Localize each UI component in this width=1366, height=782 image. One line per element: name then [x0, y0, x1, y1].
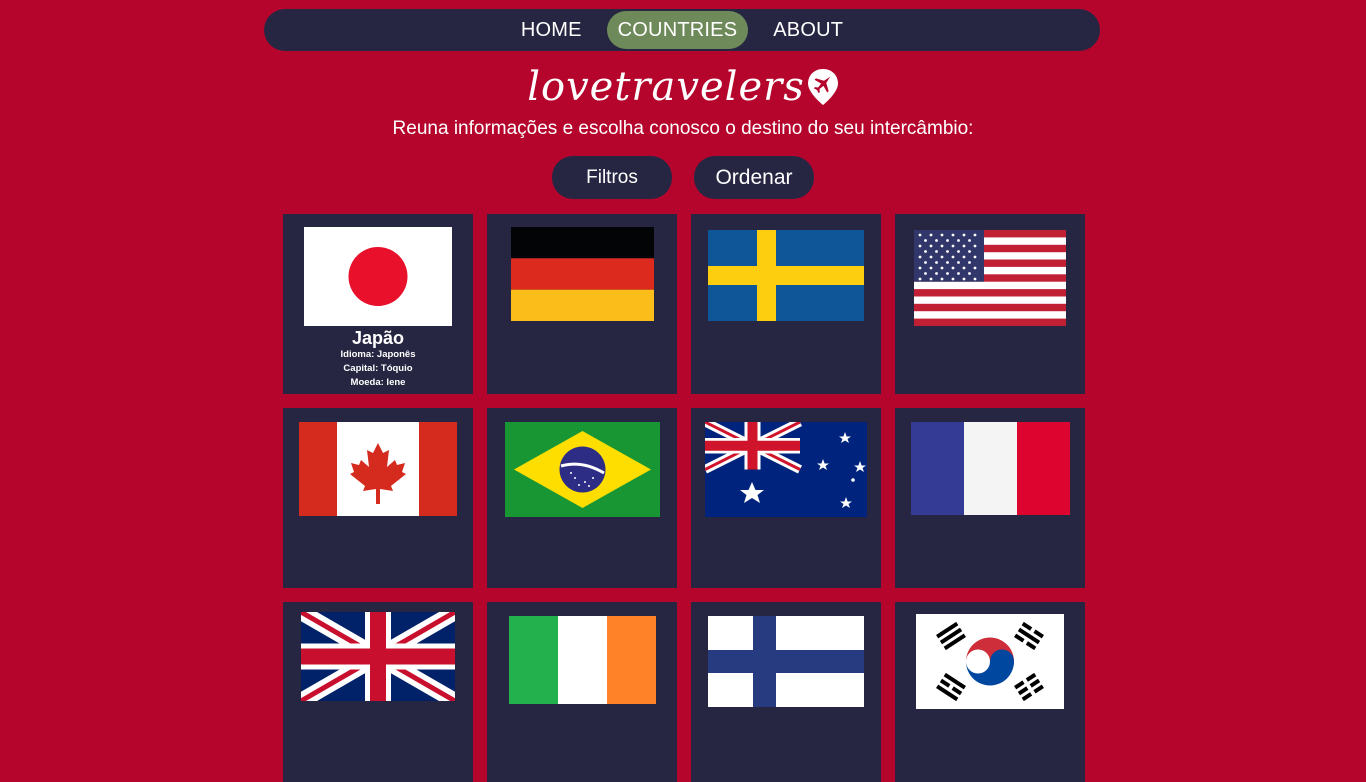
filter-button[interactable]: Filtros	[552, 156, 672, 199]
sweden-flag-icon	[708, 230, 864, 321]
japan-flag-icon	[304, 227, 452, 326]
country-card-south-korea[interactable]	[895, 602, 1085, 782]
country-name: Japão	[351, 328, 405, 348]
country-card-france[interactable]	[895, 408, 1085, 588]
country-card-finland[interactable]	[691, 602, 881, 782]
brazil-flag-icon	[504, 422, 660, 517]
country-card-japan[interactable]: Japão Idioma: Japonês Capital: Tóquio Mo…	[283, 214, 473, 394]
country-info: Japão Idioma: Japonês Capital: Tóquio Mo…	[341, 328, 416, 390]
nav-home[interactable]: HOME	[510, 11, 593, 49]
logo[interactable]: lovetravelers	[527, 64, 839, 110]
page-subtitle: Reuna informações e escolha conosco o de…	[392, 118, 974, 139]
country-card-germany[interactable]	[487, 214, 677, 394]
top-nav: HOME COUNTRIES ABOUT	[264, 9, 1100, 51]
usa-flag-icon	[914, 230, 1066, 326]
uk-flag-icon	[301, 612, 455, 701]
canada-flag-icon	[299, 422, 457, 516]
country-currency: Moeda: Iene	[350, 377, 406, 388]
country-card-sweden[interactable]	[691, 214, 881, 394]
nav-countries[interactable]: COUNTRIES	[606, 11, 749, 49]
finland-flag-icon	[708, 616, 864, 707]
country-card-australia[interactable]	[691, 408, 881, 588]
countries-grid: Japão Idioma: Japonês Capital: Tóquio Mo…	[283, 214, 1085, 782]
country-card-usa[interactable]	[895, 214, 1085, 394]
airplane-pin-icon	[807, 69, 838, 105]
nav-about[interactable]: ABOUT	[762, 11, 854, 49]
country-card-uk[interactable]	[283, 602, 473, 782]
germany-flag-icon	[510, 227, 654, 321]
country-card-canada[interactable]	[283, 408, 473, 588]
france-flag-icon	[910, 422, 1070, 515]
australia-flag-icon	[705, 422, 867, 517]
country-capital: Capital: Tóquio	[343, 363, 413, 374]
country-card-brazil[interactable]	[487, 408, 677, 588]
logo-text: lovetravelers	[527, 64, 805, 110]
sort-button[interactable]: Ordenar	[694, 156, 814, 199]
ireland-flag-icon	[508, 616, 656, 704]
brand: lovetravelers	[0, 64, 1366, 110]
south-korea-flag-icon	[916, 614, 1064, 709]
country-card-ireland[interactable]	[487, 602, 677, 782]
country-language: Idioma: Japonês	[340, 349, 416, 360]
